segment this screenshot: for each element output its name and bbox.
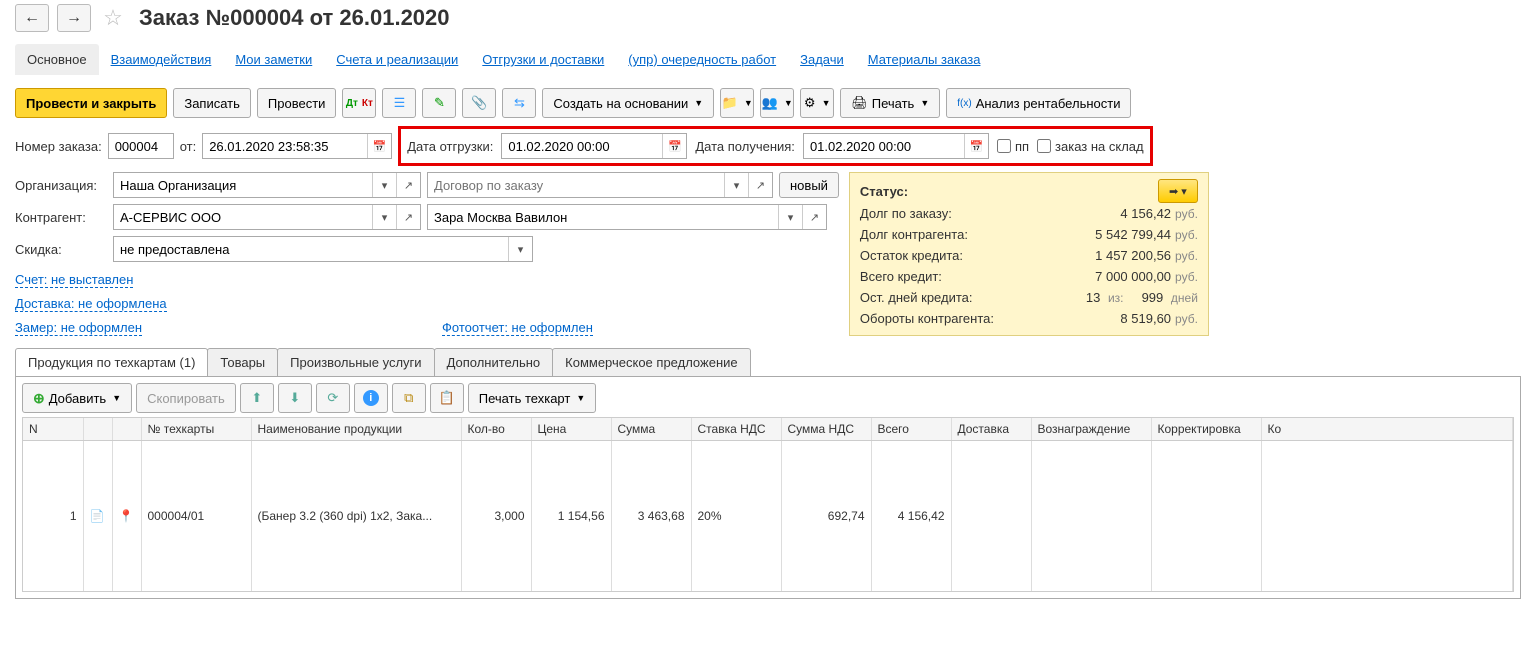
chevron-down-icon[interactable]: ▾ [508, 237, 532, 261]
tab-tasks[interactable]: Задачи [788, 44, 856, 75]
copy-icon-button[interactable]: ⧉ [392, 383, 426, 413]
profitability-button[interactable]: f(x) Анализ рентабельности [946, 88, 1131, 118]
page-title: Заказ №000004 от 26.01.2020 [139, 5, 450, 31]
measure-link[interactable]: Замер: не оформлен [15, 320, 142, 336]
recv-date-label: Дата получения: [695, 139, 795, 154]
list-icon[interactable]: ☰ [382, 88, 416, 118]
favorite-star-icon[interactable]: ☆ [99, 4, 127, 32]
dt-kt-icon[interactable]: ДтКт [342, 88, 376, 118]
tab-interactions[interactable]: Взаимодействия [99, 44, 224, 75]
org-label: Организация: [15, 178, 107, 193]
tab-services[interactable]: Произвольные услуги [277, 348, 434, 376]
open-icon[interactable]: ↗ [396, 173, 420, 197]
invoice-link[interactable]: Счет: не выставлен [15, 272, 133, 288]
delivery-link[interactable]: Доставка: не оформлена [15, 296, 167, 312]
gear-icon[interactable]: ⚙▼ [800, 88, 834, 118]
post-button[interactable]: Провести [257, 88, 337, 118]
doc-icon[interactable]: 📄 [90, 509, 106, 523]
counterparty-input[interactable]: ▾↗ [113, 204, 421, 230]
tab-commercial[interactable]: Коммерческое предложение [552, 348, 750, 376]
tab-products[interactable]: Продукция по техкартам (1) [15, 348, 208, 376]
tab-main[interactable]: Основное [15, 44, 99, 75]
discount-input[interactable]: ▾ [113, 236, 533, 262]
products-table: N № техкарты Наименование продукции Кол-… [23, 418, 1513, 591]
order-no-label: Номер заказа: [15, 139, 102, 154]
move-down-button[interactable]: ⬇ [278, 383, 312, 413]
status-panel: Статус: ➡ ▾ Долг по заказу:4 156,42руб. … [849, 172, 1209, 336]
add-row-button[interactable]: ⊕ Добавить▼ [22, 383, 132, 413]
create-based-on-button[interactable]: Создать на основании▼ [542, 88, 714, 118]
chevron-down-icon[interactable]: ▾ [372, 173, 396, 197]
org-input[interactable]: ▾↗ [113, 172, 421, 198]
copy-row-button[interactable]: Скопировать [136, 383, 236, 413]
chevron-down-icon[interactable]: ▾ [724, 173, 748, 197]
ship-date-label: Дата отгрузки: [407, 139, 493, 154]
status-credit-remain-label: Остаток кредита: [860, 248, 963, 263]
pp-checkbox[interactable]: пп [997, 139, 1029, 154]
table-header: N № техкарты Наименование продукции Кол-… [23, 418, 1513, 441]
ship-date-input[interactable]: 📅 [501, 133, 687, 159]
status-debt-order-label: Долг по заказу: [860, 206, 952, 221]
move-up-button[interactable]: ⬆ [240, 383, 274, 413]
pin-icon[interactable]: 📍 [119, 509, 135, 523]
calendar-icon[interactable]: 📅 [662, 134, 686, 158]
open-icon[interactable]: ↗ [396, 205, 420, 229]
open-icon[interactable]: ↗ [802, 205, 826, 229]
info-icon: i [363, 390, 379, 406]
recv-date-input[interactable]: 📅 [803, 133, 989, 159]
to-stock-checkbox[interactable]: заказ на склад [1037, 139, 1144, 154]
new-contract-button[interactable]: новый [779, 172, 839, 198]
delivery-point-input[interactable]: ▾↗ [427, 204, 827, 230]
edit-icon[interactable]: ✎ [422, 88, 456, 118]
status-title: Статус: [860, 184, 908, 199]
print-button[interactable]: 🖨 Печать▼ [840, 88, 940, 118]
status-debt-cp-label: Долг контрагента: [860, 227, 968, 242]
datetime-input[interactable]: 📅 [202, 133, 392, 159]
open-icon[interactable]: ↗ [748, 173, 772, 197]
chevron-down-icon[interactable]: ▾ [778, 205, 802, 229]
info-button[interactable]: i [354, 383, 388, 413]
tab-materials[interactable]: Материалы заказа [856, 44, 993, 75]
users-icon[interactable]: 👥▼ [760, 88, 794, 118]
structure-icon[interactable]: ⇆ [502, 88, 536, 118]
nav-tabs: Основное Взаимодействия Мои заметки Счет… [0, 36, 1536, 76]
dates-highlight: Дата отгрузки: 📅 Дата получения: 📅 пп за… [398, 126, 1152, 166]
table-row[interactable]: 1 📄 📍 000004/01 (Банер 3.2 (360 dpi) 1x2… [23, 441, 1513, 591]
status-next-button[interactable]: ➡ ▾ [1158, 179, 1198, 203]
post-and-close-button[interactable]: Провести и закрыть [15, 88, 167, 118]
refresh-button[interactable]: ⟳ [316, 383, 350, 413]
calendar-icon[interactable]: 📅 [367, 134, 391, 158]
save-button[interactable]: Записать [173, 88, 251, 118]
back-button[interactable]: ← [15, 4, 49, 32]
chevron-down-icon[interactable]: ▾ [372, 205, 396, 229]
attach-icon[interactable]: 📎 [462, 88, 496, 118]
tab-additional[interactable]: Дополнительно [434, 348, 554, 376]
print-techcard-button[interactable]: Печать техкарт▼ [468, 383, 596, 413]
folder-star-icon[interactable]: 📁▼ [720, 88, 754, 118]
plus-icon: ⊕ [33, 390, 45, 407]
from-label: от: [180, 139, 197, 154]
photo-link[interactable]: Фотоотчет: не оформлен [442, 320, 593, 336]
counterparty-label: Контрагент: [15, 210, 107, 225]
contract-input[interactable]: ▾↗ [427, 172, 773, 198]
order-no-input[interactable] [108, 133, 174, 159]
tab-invoices[interactable]: Счета и реализации [324, 44, 470, 75]
paste-icon-button[interactable]: 📋 [430, 383, 464, 413]
status-credit-total-label: Всего кредит: [860, 269, 942, 284]
discount-label: Скидка: [15, 242, 107, 257]
tab-work-order[interactable]: (упр) очередность работ [616, 44, 788, 75]
tab-notes[interactable]: Мои заметки [223, 44, 324, 75]
tab-goods[interactable]: Товары [207, 348, 278, 376]
forward-button[interactable]: → [57, 4, 91, 32]
status-turnover-label: Обороты контрагента: [860, 311, 994, 326]
tab-shipments[interactable]: Отгрузки и доставки [470, 44, 616, 75]
calendar-icon[interactable]: 📅 [964, 134, 988, 158]
status-credit-days-label: Ост. дней кредита: [860, 290, 973, 305]
